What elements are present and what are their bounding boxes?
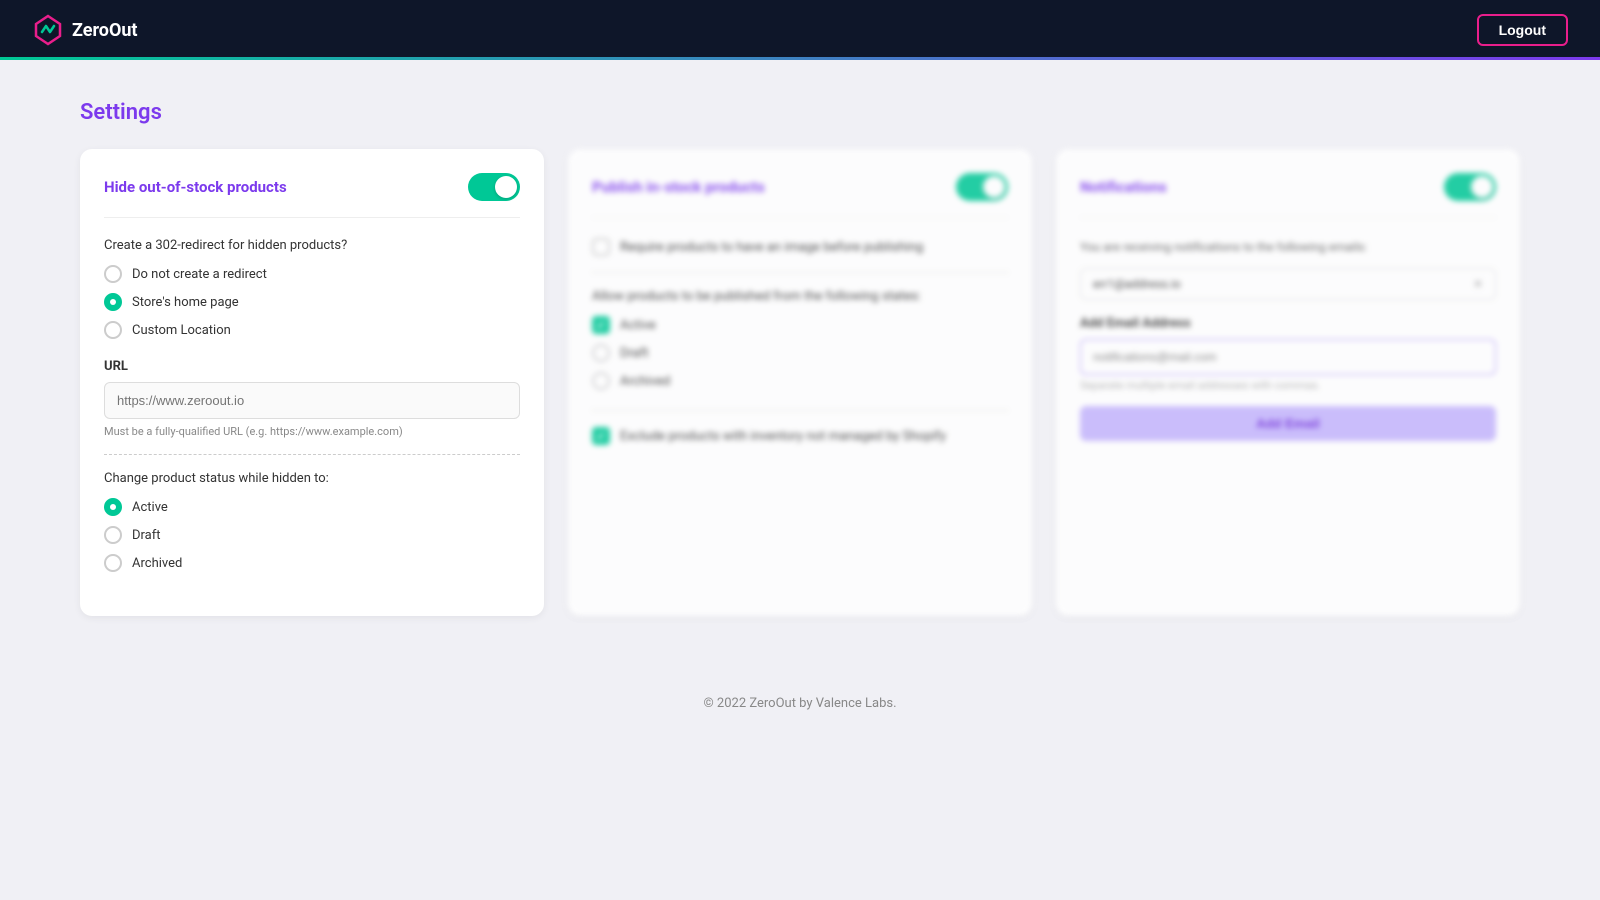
- publish-state-active[interactable]: ✓ Active: [592, 316, 1008, 334]
- redirect-radio-group: Do not create a redirect Store's home pa…: [104, 265, 520, 339]
- publish-instock-toggle[interactable]: [956, 173, 1008, 201]
- status-radio-archived[interactable]: [104, 554, 122, 572]
- status-label-archived: Archived: [132, 556, 182, 571]
- redirect-label-none: Do not create a redirect: [132, 267, 267, 282]
- card1-divider: [104, 454, 520, 455]
- cards-grid: Hide out-of-stock products Create a 302-…: [80, 149, 1520, 616]
- card1-header: Hide out-of-stock products: [104, 173, 520, 218]
- email-input[interactable]: [1080, 339, 1496, 375]
- email-tag: err1@address.io ✕: [1080, 268, 1496, 300]
- redirect-option-custom[interactable]: Custom Location: [104, 321, 520, 339]
- status-section-label: Change product status while hidden to:: [104, 471, 520, 486]
- notifications-card: Notifications You are receiving notifica…: [1056, 149, 1520, 616]
- state-checkbox-active[interactable]: ✓: [592, 316, 610, 334]
- exclude-label: Exclude products with inventory not mana…: [620, 429, 946, 444]
- card2-divider1: [592, 272, 1008, 273]
- exclude-item: ✓ Exclude products with inventory not ma…: [592, 427, 1008, 445]
- footer: © 2022 ZeroOut by Valence Labs.: [0, 656, 1600, 751]
- status-radio-group: Active Draft Archived: [104, 498, 520, 572]
- card1-title: Hide out-of-stock products: [104, 178, 287, 196]
- redirect-radio-home[interactable]: [104, 293, 122, 311]
- exclude-checkbox[interactable]: ✓: [592, 427, 610, 445]
- publish-instock-card: Publish in-stock products Require produc…: [568, 149, 1032, 616]
- header: ZeroOut Logout: [0, 0, 1600, 60]
- url-label: URL: [104, 359, 520, 374]
- publish-state-draft[interactable]: Draft: [592, 344, 1008, 362]
- notif-description: You are receiving notifications to the f…: [1080, 238, 1496, 256]
- state-radio-archived[interactable]: [592, 372, 610, 390]
- require-image-checkbox[interactable]: [592, 238, 610, 256]
- card2-header: Publish in-stock products: [592, 173, 1008, 218]
- logo: ZeroOut: [32, 14, 138, 46]
- card2-divider2: [592, 410, 1008, 411]
- redirect-option-home[interactable]: Store's home page: [104, 293, 520, 311]
- url-input[interactable]: [104, 382, 520, 419]
- card2-title: Publish in-stock products: [592, 178, 765, 196]
- publish-states-group: ✓ Active Draft Archived: [592, 316, 1008, 390]
- page-title: Settings: [80, 100, 1520, 125]
- hide-oos-toggle[interactable]: [468, 173, 520, 201]
- redirect-radio-none[interactable]: [104, 265, 122, 283]
- state-label-active: Active: [620, 318, 656, 333]
- add-email-button[interactable]: Add Email: [1080, 406, 1496, 441]
- footer-text: © 2022 ZeroOut by Valence Labs.: [703, 696, 896, 711]
- status-radio-draft[interactable]: [104, 526, 122, 544]
- status-label-active: Active: [132, 500, 168, 515]
- status-radio-active[interactable]: [104, 498, 122, 516]
- status-option-draft[interactable]: Draft: [104, 526, 520, 544]
- add-email-label: Add Email Address: [1080, 316, 1496, 331]
- state-label-draft: Draft: [620, 346, 649, 361]
- logo-text: ZeroOut: [72, 20, 138, 41]
- require-image-label: Require products to have an image before…: [620, 240, 923, 255]
- state-label-archived: Archived: [620, 374, 670, 389]
- email-tag-value: err1@address.io: [1093, 277, 1181, 291]
- remove-email-icon[interactable]: ✕: [1473, 277, 1483, 291]
- hide-oos-card: Hide out-of-stock products Create a 302-…: [80, 149, 544, 616]
- email-hint: Separate multiple email addresses with c…: [1080, 379, 1496, 392]
- status-label-draft: Draft: [132, 528, 161, 543]
- main-content: Settings Hide out-of-stock products Crea…: [0, 60, 1600, 656]
- logo-icon: [32, 14, 64, 46]
- redirect-label-custom: Custom Location: [132, 323, 231, 338]
- allow-publish-label: Allow products to be published from the …: [592, 289, 1008, 304]
- status-option-active[interactable]: Active: [104, 498, 520, 516]
- redirect-section-label: Create a 302-redirect for hidden product…: [104, 238, 520, 253]
- require-image-item: Require products to have an image before…: [592, 238, 1008, 256]
- status-option-archived[interactable]: Archived: [104, 554, 520, 572]
- redirect-option-none[interactable]: Do not create a redirect: [104, 265, 520, 283]
- card3-header: Notifications: [1080, 173, 1496, 218]
- notifications-toggle[interactable]: [1444, 173, 1496, 201]
- url-hint: Must be a fully-qualified URL (e.g. http…: [104, 425, 520, 438]
- redirect-radio-custom[interactable]: [104, 321, 122, 339]
- state-radio-draft[interactable]: [592, 344, 610, 362]
- card3-title: Notifications: [1080, 178, 1167, 196]
- redirect-label-home: Store's home page: [132, 295, 239, 310]
- logout-button[interactable]: Logout: [1477, 14, 1568, 46]
- publish-state-archived[interactable]: Archived: [592, 372, 1008, 390]
